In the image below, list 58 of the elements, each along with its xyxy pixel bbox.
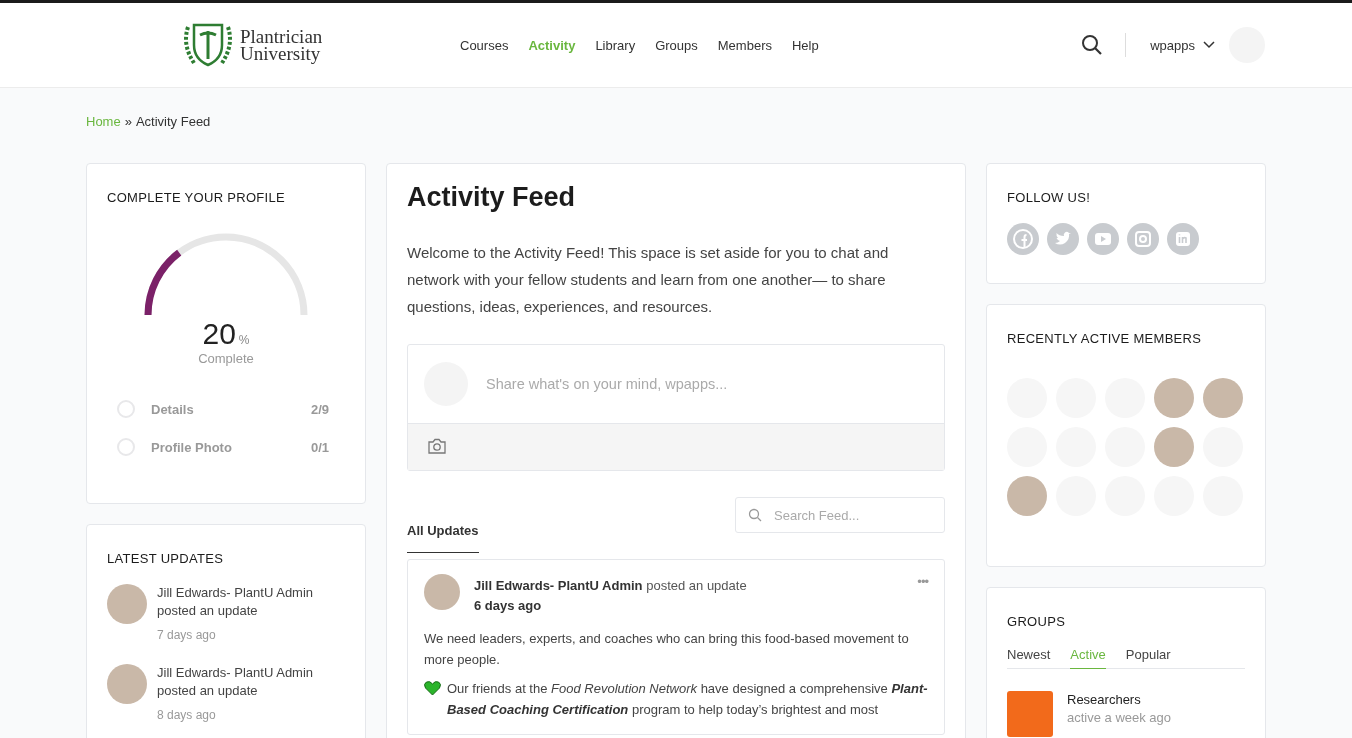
card-title: FOLLOW US!	[1007, 190, 1092, 205]
post-composer[interactable]: Share what's on your mind, wpapps...	[407, 344, 945, 471]
search-icon	[748, 508, 762, 522]
nav-link[interactable]: Courses	[460, 37, 509, 53]
update-time: 8 days ago	[157, 707, 217, 724]
percent-caption: Complete	[198, 351, 254, 366]
update-action: posted an update	[157, 682, 259, 700]
post-action: posted an update	[646, 578, 747, 593]
caret-icon[interactable]	[1203, 41, 1215, 49]
page-title: Activity Feed	[407, 182, 577, 213]
percent-value: 20	[202, 317, 236, 351]
update-time: 7 days ago	[157, 627, 217, 644]
breadcrumb-current: Activity Feed	[135, 114, 211, 129]
group-activity: active a week ago	[1067, 709, 1172, 727]
search-field[interactable]: Search Feed...	[735, 497, 945, 533]
post-time[interactable]: 6 days ago	[474, 596, 904, 616]
avatar-photo[interactable]	[424, 574, 460, 610]
university-logo[interactable]: Plantrician University	[180, 19, 460, 71]
heart-icon	[424, 681, 441, 696]
step-count: 0/1	[310, 439, 329, 455]
member-name[interactable]: Jill Edwards- PlantU Admin	[157, 584, 314, 602]
user-menu[interactable]: wpapps	[1150, 37, 1195, 53]
group-name[interactable]: Researchers	[1067, 691, 1172, 709]
member-name[interactable]: Jill Edwards- PlantU Admin	[157, 664, 314, 682]
nav-link[interactable]: Groups	[655, 37, 698, 53]
avatar-photo[interactable]	[1007, 476, 1047, 516]
intro-paragraph: Welcome to the Activity Feed! This space is set aside for you to chat and network with your fellow students and learn from one another— to share questions, ideas, experiences, and resources.	[407, 243, 890, 317]
group-tab[interactable]: Popular	[1125, 647, 1171, 669]
avatar-photo[interactable]	[1154, 427, 1194, 467]
bird-icon[interactable]	[1047, 223, 1079, 255]
card-title: COMPLETE YOUR PROFILE	[107, 190, 285, 205]
avatar-photo[interactable]	[107, 664, 147, 704]
feed-tab[interactable]: All Updates	[407, 523, 479, 553]
card-title: LATEST UPDATES	[107, 551, 225, 566]
facebook-icon[interactable]	[1007, 223, 1039, 255]
percent-sign: %	[238, 333, 250, 347]
avatar-photo[interactable]	[1203, 378, 1243, 418]
group-avatar[interactable]	[1007, 691, 1053, 737]
avatar-photo[interactable]	[1154, 378, 1194, 418]
step-count: 2/9	[310, 401, 329, 417]
post-author[interactable]: Jill Edwards- PlantU Admin	[474, 578, 643, 593]
post-paragraph: Our friends at the Food Revolution Network have designed a comprehensive Plant-Based Coaching Certification program to help today’s brightest and most	[447, 680, 928, 719]
card-title: RECENTLY ACTIVE MEMBERS	[1007, 331, 1203, 346]
camera-icon[interactable]	[428, 438, 446, 454]
search-icon[interactable]	[1081, 34, 1104, 56]
update-action: posted an update	[157, 602, 259, 620]
group-tab[interactable]: Newest	[1007, 647, 1051, 669]
logo-text: Plantrician	[240, 28, 323, 45]
avatar-photo[interactable]	[107, 584, 147, 624]
logo-text: University	[240, 45, 322, 62]
nav-link[interactable]: Members	[717, 37, 772, 53]
nav-link[interactable]: Library	[595, 37, 636, 53]
nav-link[interactable]: Help	[791, 37, 819, 53]
play-icon[interactable]	[1087, 223, 1119, 255]
card-title: GROUPS	[1007, 614, 1067, 629]
post-paragraph: We need leaders, experts, and coaches who can bring this food-based movement to more people.	[424, 630, 910, 669]
breadcrumb-separator: »	[124, 114, 132, 129]
linkedin-icon[interactable]	[1167, 223, 1199, 255]
